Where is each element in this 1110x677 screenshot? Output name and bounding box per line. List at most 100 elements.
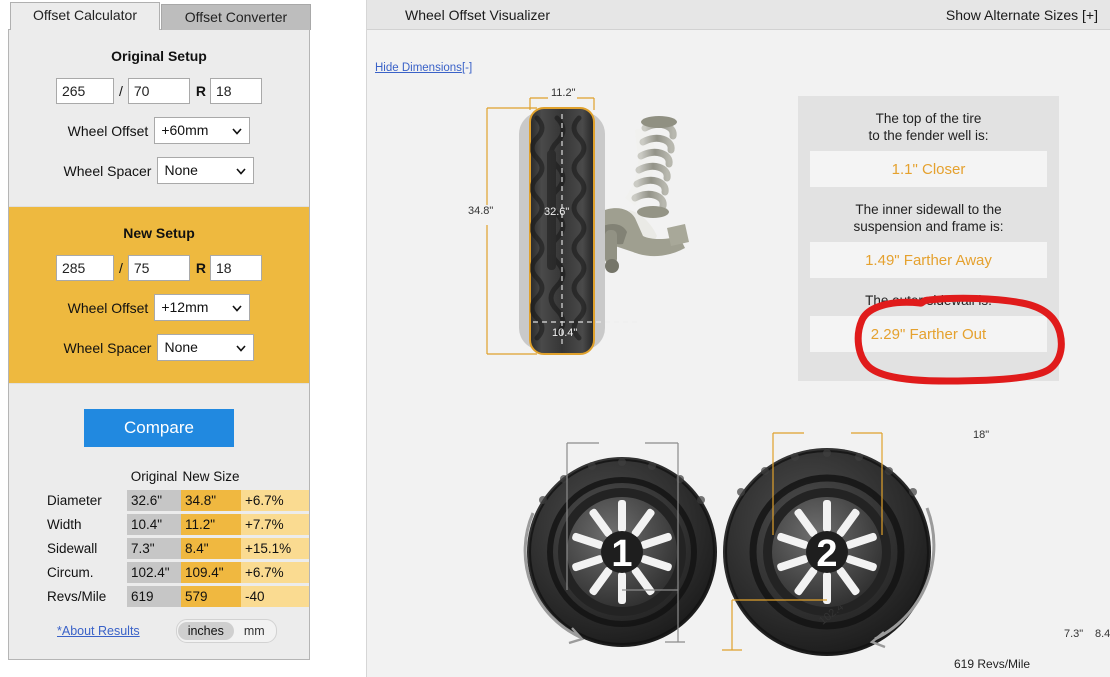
tread-pattern [530, 115, 587, 341]
original-wheel-spacer-select[interactable]: None [157, 157, 255, 184]
hide-dimensions-suffix: [-] [461, 62, 473, 74]
row-label: Width [47, 517, 82, 532]
offset-results-box: The top of the tire to the fender well i… [798, 96, 1059, 381]
original-dimension-guides [533, 114, 637, 348]
new-width-input[interactable]: 285 [55, 255, 114, 281]
row-original: 619 [127, 586, 181, 607]
svg-text:1: 1 [611, 533, 632, 575]
results-header-original: Original [130, 469, 178, 484]
visualizer-title: Wheel Offset Visualizer [405, 6, 550, 23]
original-width-input[interactable]: 265 [55, 78, 114, 104]
unit-option-mm[interactable]: mm [234, 622, 275, 640]
new-wheel-offset-label: Wheel Offset [67, 299, 149, 316]
wheel-1-sidewall-dimension [622, 589, 685, 643]
original-diameter-label: 32.6" [544, 206, 570, 218]
row-label: Revs/Mile [47, 589, 107, 604]
results-table-head: Original New Size [47, 469, 309, 490]
unit-toggle[interactable]: inches mm [175, 619, 277, 643]
result-value-1: 1.1" Closer [810, 151, 1047, 187]
original-aspect-input[interactable]: 70 [127, 78, 190, 104]
original-wheel-spacer-value: None [164, 162, 198, 178]
compare-button[interactable]: Compare [84, 409, 234, 447]
result-question-1-line1: The top of the tire [875, 111, 982, 126]
wheel-2-circumference-arc [869, 507, 936, 649]
new-setup-section: New Setup 285 / 75 R 18 Wheel Offset +12… [9, 206, 309, 384]
slash-separator: / [118, 83, 123, 99]
row-percent: +6.7% [241, 562, 309, 583]
new-wheel-spacer-select[interactable]: None [157, 334, 255, 361]
original-wheel-offset-row: Wheel Offset +60mm [9, 117, 309, 144]
chevron-down-icon [232, 127, 242, 135]
wheel-offset-visualizer-panel: Wheel Offset Visualizer Show Alternate S… [366, 0, 1110, 677]
row-label: Circum. [47, 565, 94, 580]
new-wheel-offset-select[interactable]: +12mm [154, 294, 251, 321]
row-new: 34.8" [181, 490, 241, 511]
show-alternate-sizes-toggle[interactable]: Show Alternate Sizes [+] [946, 7, 1098, 23]
wheel-1-circumference-label: 102.4" [817, 598, 850, 628]
new-aspect-input[interactable]: 75 [127, 255, 190, 281]
new-size-inputs: 285 / 75 R 18 [9, 255, 309, 281]
dimension-width-top [529, 97, 595, 110]
dimension-height-left [486, 107, 537, 355]
row-label: Sidewall [47, 541, 98, 556]
table-row: Diameter 32.6" 34.8" +6.7% [47, 490, 309, 511]
result-question-2: The inner sidewall to the suspension and… [798, 187, 1059, 235]
original-wheel-offset-label: Wheel Offset [67, 122, 149, 139]
result-question-3-line1: The outer sidewall is: [865, 293, 992, 308]
wheel-1-sidewall-label: 7.3" [1064, 628, 1084, 640]
wheel-2-sidewall-dimension [722, 599, 827, 651]
wheel-2-sidewall-label: 8.4" [1095, 628, 1110, 640]
new-wheel-spacer-value: None [164, 339, 198, 355]
results-header-new-size: New Size [182, 469, 240, 484]
table-row: Revs/Mile 619 579 -40 [47, 586, 309, 607]
tab-offset-calculator[interactable]: Offset Calculator [10, 2, 160, 30]
row-original: 32.6" [127, 490, 181, 511]
new-tire-outline [529, 107, 595, 355]
row-new: 579 [181, 586, 241, 607]
chevron-down-icon [236, 167, 247, 175]
tab-offset-converter[interactable]: Offset Converter [161, 4, 311, 30]
compare-button-row: Compare [9, 409, 309, 447]
row-original: 7.3" [127, 538, 181, 559]
original-setup-section: Original Setup 265 / 70 R 18 Wheel Offse… [9, 30, 309, 184]
row-percent: -40 [241, 586, 309, 607]
results-header-blank [47, 469, 127, 490]
table-row: Circum. 102.4" 109.4" +6.7% [47, 562, 309, 583]
original-size-inputs: 265 / 70 R 18 [9, 78, 309, 104]
wheel-1-revs-label: 619 Revs/Mile [954, 657, 1031, 671]
suspension-artwork [599, 116, 689, 273]
row-new: 109.4" [181, 562, 241, 583]
table-row: Width 10.4" 11.2" +7.7% [47, 514, 309, 535]
cross-section-width-label: 11.2" [551, 87, 576, 99]
original-wheel-offset-select[interactable]: +60mm [154, 117, 251, 144]
coil-spring [631, 120, 677, 210]
original-tire-outline [519, 112, 605, 350]
slash-separator: / [118, 260, 123, 276]
visualizer-header: Wheel Offset Visualizer Show Alternate S… [367, 0, 1110, 30]
comparison-results-table: Original New Size Diameter 32.6" 34.8" +… [47, 469, 309, 607]
new-wheel-offset-value: +12mm [161, 299, 209, 315]
r-separator: R [195, 260, 206, 276]
result-value-3: 2.29" Farther Out [810, 316, 1047, 352]
new-diameter-input[interactable]: 18 [210, 255, 262, 281]
hide-dimensions-label: Hide Dimensions [375, 62, 462, 74]
table-row: Sidewall 7.3" 8.4" +15.1% [47, 538, 309, 559]
calculator-form: Original Setup 265 / 70 R 18 Wheel Offse… [8, 29, 310, 660]
about-results-link[interactable]: *About Results [57, 624, 140, 638]
wheel-2-spokes [777, 500, 877, 604]
unit-option-inches[interactable]: inches [177, 622, 234, 640]
results-header-row: Original New Size [47, 469, 309, 490]
results-header-delta [241, 469, 309, 490]
result-question-3: The outer sidewall is: [798, 278, 1059, 309]
chevron-down-icon [232, 304, 242, 312]
wheel-1-graphic: 1 [523, 442, 717, 647]
hide-dimensions-link[interactable]: Hide Dimensions[-] [375, 62, 472, 74]
original-wheel-spacer-label: Wheel Spacer [63, 162, 152, 179]
new-wheel-spacer-row: Wheel Spacer None [9, 334, 309, 361]
row-original: 102.4" [127, 562, 181, 583]
wheel-1-rim-label: 18" [973, 429, 990, 441]
original-diameter-input[interactable]: 18 [210, 78, 262, 104]
row-label: Diameter [47, 493, 102, 508]
chevron-down-icon [236, 344, 247, 352]
original-wheel-offset-value: +60mm [161, 122, 209, 138]
